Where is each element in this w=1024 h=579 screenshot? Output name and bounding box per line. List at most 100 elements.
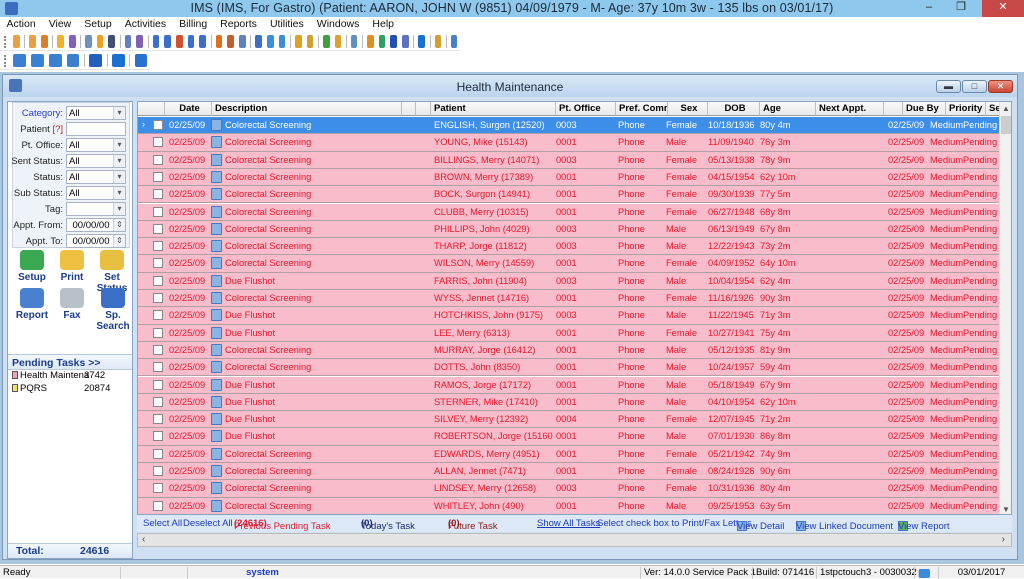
column-header[interactable]: Due By (903, 102, 946, 116)
view-detail-icon[interactable] (211, 482, 222, 495)
table-row[interactable]: 02/25/09 Colorectal Screening LINDSEY, Mer… (138, 480, 1000, 498)
pending-task-item[interactable]: PQRS 20874 (8, 383, 132, 396)
setup-button[interactable]: Setup (12, 250, 52, 283)
reports-icon[interactable] (350, 35, 358, 48)
scroll-right-icon[interactable]: › (1002, 534, 1005, 545)
letters-icon[interactable] (402, 35, 409, 48)
menu-windows[interactable]: Windows (310, 17, 366, 32)
table-row[interactable]: 02/25/09 Due Flushot FARRIS, John (11904) 0… (138, 272, 1000, 290)
user-add-icon[interactable] (29, 35, 36, 48)
row-checkbox[interactable] (153, 327, 163, 338)
view-detail-icon[interactable] (211, 499, 222, 512)
view-detail-icon[interactable] (211, 378, 222, 391)
report-button[interactable]: Report (12, 288, 52, 321)
row-checkbox[interactable] (153, 500, 163, 511)
word-icon[interactable] (390, 35, 398, 48)
view-detail-icon[interactable] (211, 153, 222, 166)
row-checkbox[interactable] (153, 448, 163, 459)
view-detail-icon[interactable] (211, 170, 222, 183)
table-row[interactable]: 02/25/09 Due Flushot ROBERTSON, Jorge (151… (138, 428, 1000, 446)
child-close-button[interactable]: ✕ (988, 80, 1013, 93)
inbox-icon[interactable] (266, 35, 274, 48)
row-checkbox[interactable] (153, 293, 163, 303)
table-row[interactable]: 02/25/09 Colorectal Screening PHILLIPS, Jo… (138, 220, 1000, 239)
row-checkbox[interactable] (153, 258, 163, 269)
table-row[interactable]: 02/25/09 Colorectal Screening DOTTS, John … (138, 359, 1000, 377)
child-maximize-button[interactable]: □ (962, 80, 987, 93)
table-row[interactable]: 02/25/09 Colorectal Screening WYSS, Jennet… (138, 290, 1000, 308)
edit-note-icon[interactable] (68, 35, 76, 48)
special-search-button[interactable]: Sp. Search (90, 288, 136, 332)
menu-reports[interactable]: Reports (214, 17, 264, 32)
row-checkbox[interactable] (153, 120, 163, 130)
row-checkbox[interactable] (153, 431, 163, 442)
transfer-icon[interactable] (378, 35, 386, 48)
import-icon[interactable] (366, 35, 374, 48)
row-checkbox[interactable] (153, 223, 163, 234)
table-row[interactable]: 02/25/09 Colorectal Screening WILSON, Merr… (138, 255, 1000, 273)
billing-icon[interactable] (152, 35, 160, 48)
future-task-link[interactable]: Future Task (0) (448, 518, 497, 532)
scroll-left-icon[interactable]: ‹ (142, 534, 145, 545)
forms-icon[interactable] (306, 35, 314, 48)
select-all-link[interactable]: Select All (143, 518, 182, 529)
row-checkbox[interactable] (153, 154, 163, 165)
row-checkbox[interactable] (153, 171, 163, 182)
deselect-all-link[interactable]: Deselect All (183, 518, 233, 529)
table-row[interactable]: 02/25/09 Colorectal Screening CLUBB, Merry… (138, 203, 1000, 221)
toolbar-grip[interactable] (4, 54, 7, 67)
row-checkbox[interactable] (153, 362, 163, 373)
document-icon[interactable] (124, 35, 132, 48)
user-check-icon[interactable] (40, 35, 48, 48)
table-row[interactable]: 02/25/09 Due Flushot RAMOS, Jorge (17172) 0… (138, 376, 1000, 394)
show-all-tasks-link[interactable]: Show All Tasks (537, 518, 600, 529)
chevron-down-icon[interactable]: ▾ (113, 187, 125, 199)
row-checkbox[interactable] (153, 396, 163, 407)
help-icon[interactable] (418, 35, 425, 48)
menu-setup[interactable]: Setup (78, 17, 118, 32)
table-row[interactable]: 02/25/09 Colorectal Screening YOUNG, Mike … (138, 134, 1000, 152)
appointment-icon[interactable] (239, 35, 246, 48)
view-detail-icon[interactable] (211, 205, 222, 218)
refresh-icon[interactable] (89, 54, 103, 67)
close-icon[interactable] (134, 54, 148, 67)
view-detail-icon[interactable] (211, 343, 222, 356)
view-detail-icon[interactable] (211, 292, 222, 304)
chart-report-icon[interactable] (322, 35, 330, 48)
lab-flask-icon[interactable] (96, 35, 104, 48)
column-header[interactable]: Patient (431, 102, 556, 116)
restore-button[interactable]: ❐ (946, 0, 976, 17)
next-record-icon[interactable] (48, 54, 62, 67)
view-detail-icon[interactable] (211, 326, 222, 339)
row-checkbox[interactable] (153, 466, 163, 476)
todays-task-link[interactable]: Today's Task (0) (361, 518, 415, 532)
view-detail-icon[interactable] (211, 395, 222, 408)
row-checkbox[interactable] (153, 344, 163, 355)
scroll-down-icon[interactable]: ▼ (1000, 503, 1011, 514)
table-row[interactable]: 02/25/09 Colorectal Screening THARP, Jorge… (138, 238, 1000, 256)
sub-status-select[interactable]: All ▾ (66, 186, 126, 200)
table-row[interactable]: 02/25/09 Colorectal Screening MURRAY, Jorg… (138, 341, 1000, 360)
outbox-icon[interactable] (278, 35, 286, 48)
exit-icon[interactable] (450, 35, 458, 48)
table-row[interactable]: 02/25/09 Colorectal Screening EDWARDS, Mer… (138, 445, 1000, 463)
row-checkbox[interactable] (153, 414, 163, 425)
view-detail-icon[interactable] (211, 188, 222, 201)
fax-button[interactable]: Fax (52, 288, 92, 321)
help-icon[interactable] (112, 54, 125, 67)
row-checkbox[interactable] (153, 189, 163, 200)
menu-activities[interactable]: Activities (118, 17, 172, 32)
category-select[interactable]: All ▾ (66, 106, 126, 120)
calendar-icon[interactable] (215, 35, 223, 48)
spinner-icon[interactable]: ⇕ (113, 219, 125, 231)
scroll-up-icon[interactable]: ▲ (1000, 102, 1011, 115)
folder-icon[interactable] (57, 35, 64, 48)
pending-task-item[interactable]: Health Maintena 3742 (8, 370, 132, 383)
view-detail-icon[interactable] (211, 447, 222, 460)
claims-icon[interactable] (176, 35, 183, 48)
patient-help-link[interactable]: [?] (52, 124, 63, 135)
first-record-icon[interactable] (13, 54, 27, 67)
print-button[interactable]: Print (52, 250, 92, 283)
column-header[interactable]: Description (212, 102, 402, 116)
view-detail-icon[interactable] (211, 465, 222, 477)
